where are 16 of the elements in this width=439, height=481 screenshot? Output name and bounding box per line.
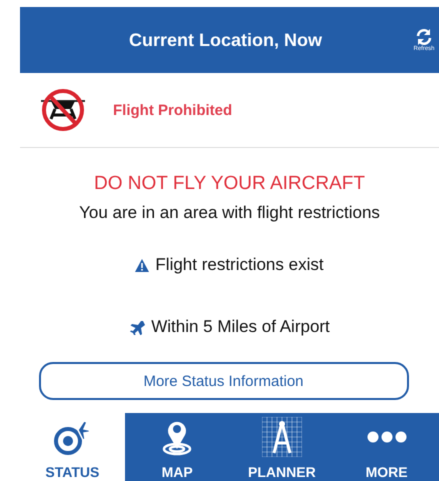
warning-icon	[135, 258, 150, 272]
warning-heading: DO NOT FLY YOUR AIRCRAFT	[94, 173, 365, 195]
warning-message: You are in an area with flight restrictions	[79, 203, 380, 223]
flight-status: Flight Prohibited	[113, 102, 232, 118]
no-drone-icon	[39, 87, 87, 133]
tab[interactable]: MAP	[124, 413, 230, 481]
airplane-icon	[129, 319, 146, 335]
tab[interactable]: PLANNER	[230, 413, 334, 481]
refresh-icon	[415, 28, 433, 46]
compass-grid-icon	[262, 417, 302, 457]
more-status-button[interactable]: More Status Information	[38, 362, 408, 400]
more-icon	[366, 431, 407, 443]
header-title: Current Location, Now	[128, 30, 323, 50]
notice-text: Flight restrictions exist	[155, 255, 324, 275]
tab[interactable]: MORE	[334, 413, 439, 481]
notice-text: Within 5 Miles of Airport	[151, 317, 330, 337]
